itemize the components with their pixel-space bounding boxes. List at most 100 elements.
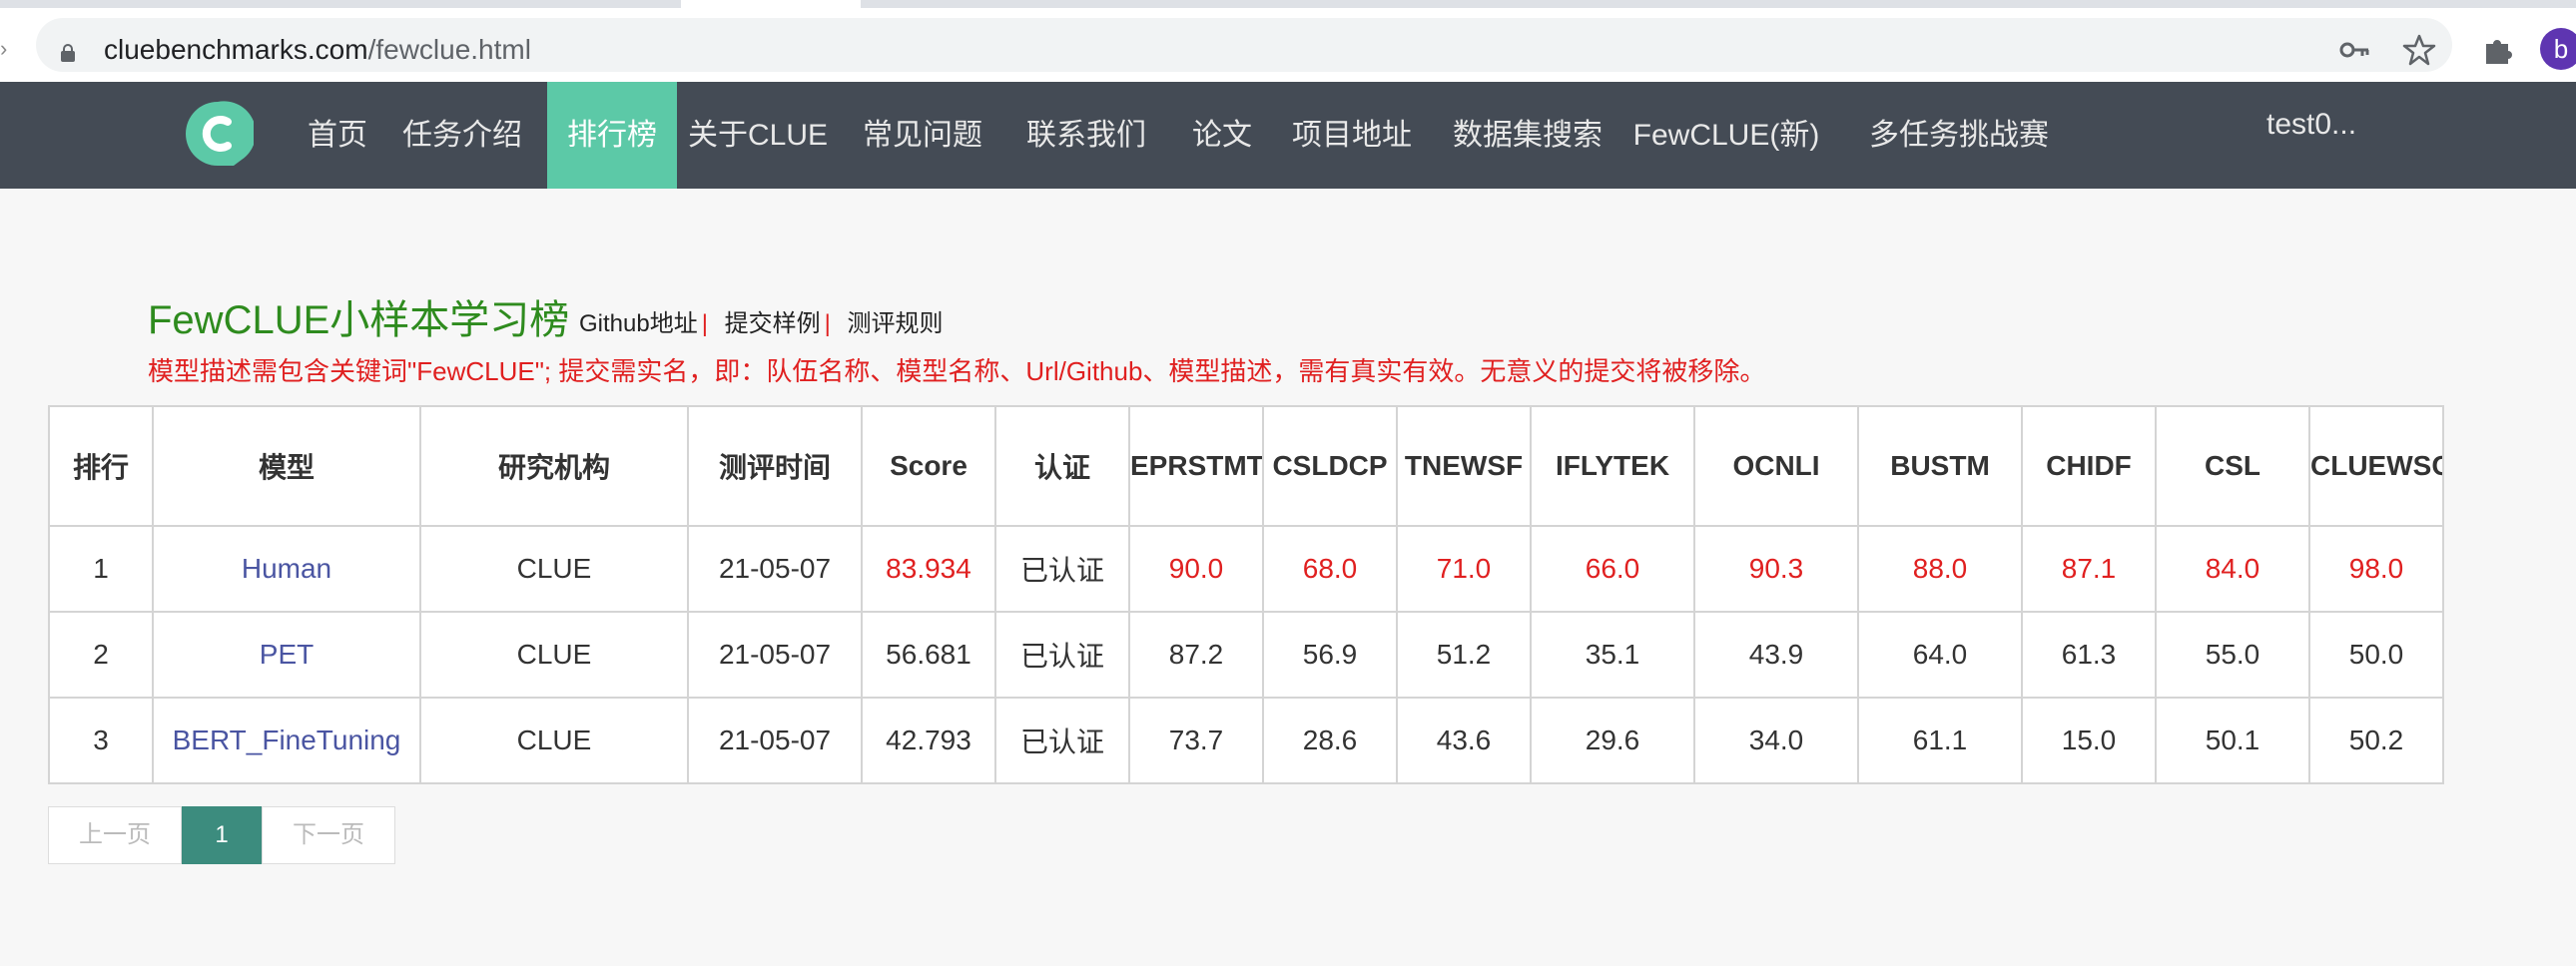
prev-page-button[interactable]: 上一页 [48, 806, 182, 864]
nav-item-contact[interactable]: 联系我们 [1012, 82, 1160, 189]
table-cell: CLUE [419, 697, 689, 784]
table-cell: 90.3 [1693, 525, 1859, 613]
table-cell: 已认证 [994, 697, 1130, 784]
table-cell: 28.6 [1262, 697, 1398, 784]
table-cell: 87.1 [2021, 525, 2157, 613]
nav-item-task-intro[interactable]: 任务介绍 [397, 82, 527, 189]
link-separator: | [824, 310, 831, 337]
model-link[interactable]: BERT_FineTuning [152, 697, 421, 784]
nav-item-fewclue[interactable]: FewCLUE(新) [1623, 82, 1829, 189]
table-cell: 43.6 [1396, 697, 1532, 784]
column-header: TNEWSF [1396, 405, 1532, 527]
submission-notice: 模型描述需包含关键词"FewCLUE"; 提交需实名，即：队伍名称、模型名称、U… [148, 356, 1766, 386]
model-link[interactable]: Human [152, 525, 421, 613]
column-header: Score [861, 405, 996, 527]
column-header: 研究机构 [419, 405, 689, 527]
column-header: CLUEWSC [2308, 405, 2444, 527]
github-link[interactable]: Github地址 [579, 310, 698, 337]
table-header-row: 排行 模型 研究机构 测评时间 Score 认证 EPRSTMT CSLDCP TNEWSF IF… [48, 405, 2444, 527]
browser-toolbar: › cluebenchmarks.com/fewclue.html b [0, 8, 2576, 83]
column-header: EPRSTMT [1128, 405, 1264, 527]
nav-item-home[interactable]: 首页 [300, 82, 375, 189]
column-header: 排行 [48, 405, 154, 527]
extensions-icon[interactable] [2482, 34, 2514, 66]
table-cell: 43.9 [1693, 611, 1859, 699]
nav-item-dataset-search[interactable]: 数据集搜索 [1442, 82, 1613, 189]
model-link[interactable]: PET [152, 611, 421, 699]
nav-item-about-clue[interactable]: 关于CLUE [683, 82, 833, 189]
table-cell: 88.0 [1857, 525, 2023, 613]
table-cell: 21-05-07 [687, 525, 863, 613]
table-row: 1 Human CLUE 21-05-07 83.934 已认证 90.0 68.0 71.0 6… [48, 525, 2444, 613]
column-header: 认证 [994, 405, 1130, 527]
bookmark-star-icon[interactable] [2402, 34, 2436, 66]
table-cell: 15.0 [2021, 697, 2157, 784]
clue-logo[interactable] [182, 98, 254, 170]
title-links: Github地址 | 提交样例 | 测评规则 [579, 303, 944, 338]
profile-avatar[interactable]: b [2540, 28, 2576, 70]
table-cell: 68.0 [1262, 525, 1398, 613]
table-cell: 61.3 [2021, 611, 2157, 699]
table-cell: 50.1 [2155, 697, 2310, 784]
table-cell: 64.0 [1857, 611, 2023, 699]
column-header: CSL [2155, 405, 2310, 527]
nav-item-faq[interactable]: 常见问题 [855, 82, 990, 189]
column-header: IFLYTEK [1530, 405, 1695, 527]
url-path: /fewclue.html [367, 34, 531, 65]
table-row: 2 PET CLUE 21-05-07 56.681 已认证 87.2 56.9 51.2 35.… [48, 611, 2444, 699]
column-header: OCNLI [1693, 405, 1859, 527]
nav-item-leaderboard[interactable]: 排行榜 [547, 82, 677, 189]
table-cell: 3 [48, 697, 154, 784]
table-cell: 已认证 [994, 525, 1130, 613]
table-cell: 21-05-07 [687, 611, 863, 699]
table-cell: 61.1 [1857, 697, 2023, 784]
link-separator: | [701, 310, 708, 337]
table-cell: 42.793 [861, 697, 996, 784]
table-cell: 73.7 [1128, 697, 1264, 784]
key-icon[interactable] [2338, 36, 2370, 64]
nav-item-project-url[interactable]: 项目地址 [1282, 82, 1422, 189]
table-cell: 66.0 [1530, 525, 1695, 613]
column-header: BUSTM [1857, 405, 2023, 527]
leaderboard-table: 排行 模型 研究机构 测评时间 Score 认证 EPRSTMT CSLDCP TNEWSF IF… [48, 405, 2444, 784]
next-page-button[interactable]: 下一页 [262, 806, 395, 864]
eval-rules-link[interactable]: 测评规则 [848, 310, 944, 337]
table-cell: 1 [48, 525, 154, 613]
page-1-button[interactable]: 1 [182, 806, 262, 864]
table-cell: CLUE [419, 525, 689, 613]
column-header: CHIDF [2021, 405, 2157, 527]
table-cell: 51.2 [1396, 611, 1532, 699]
url-text[interactable]: cluebenchmarks.com/fewclue.html [104, 34, 531, 66]
table-cell: 83.934 [861, 525, 996, 613]
reload-icon[interactable]: › [0, 36, 7, 62]
table-cell: 84.0 [2155, 525, 2310, 613]
table-cell: 90.0 [1128, 525, 1264, 613]
table-cell: 35.1 [1530, 611, 1695, 699]
table-cell: 34.0 [1693, 697, 1859, 784]
table-cell: 55.0 [2155, 611, 2310, 699]
nav-item-multitask-challenge[interactable]: 多任务挑战赛 [1849, 82, 2069, 189]
table-cell: 87.2 [1128, 611, 1264, 699]
table-cell: 已认证 [994, 611, 1130, 699]
pagination: 上一页 1 下一页 [48, 806, 395, 864]
url-domain: cluebenchmarks.com [104, 34, 368, 65]
table-row: 3 BERT_FineTuning CLUE 21-05-07 42.793 已认证 73.… [48, 697, 2444, 784]
table-cell: 2 [48, 611, 154, 699]
table-cell: 71.0 [1396, 525, 1532, 613]
column-header: 测评时间 [687, 405, 863, 527]
table-cell: 29.6 [1530, 697, 1695, 784]
browser-active-tab[interactable] [681, 0, 861, 8]
browser-tab-strip [0, 0, 2576, 8]
nav-item-papers[interactable]: 论文 [1180, 82, 1264, 189]
submit-example-link[interactable]: 提交样例 [725, 310, 821, 337]
table-cell: 98.0 [2308, 525, 2444, 613]
table-cell: 50.0 [2308, 611, 2444, 699]
table-cell: 56.681 [861, 611, 996, 699]
column-header: CSLDCP [1262, 405, 1398, 527]
lock-icon[interactable] [60, 44, 76, 62]
table-cell: CLUE [419, 611, 689, 699]
site-navbar: 首页 任务介绍 排行榜 关于CLUE 常见问题 联系我们 论文 项目地址 数据集搜索 FewCLU… [0, 82, 2576, 189]
table-cell: 56.9 [1262, 611, 1398, 699]
user-menu[interactable]: test0... [2266, 108, 2356, 142]
table-cell: 50.2 [2308, 697, 2444, 784]
